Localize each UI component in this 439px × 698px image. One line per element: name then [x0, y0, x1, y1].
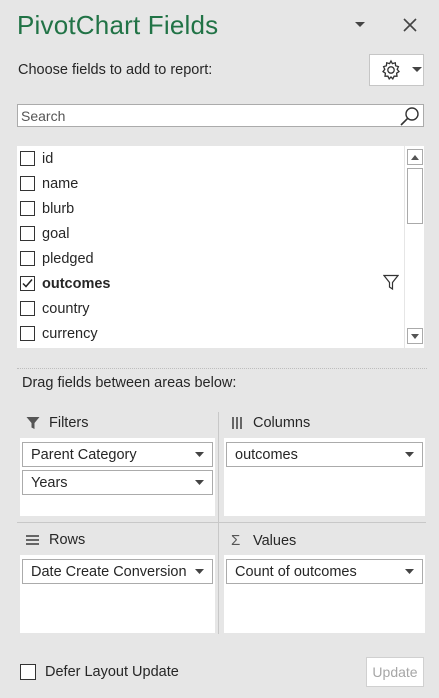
values-field-pill[interactable]: Count of outcomes [226, 559, 423, 584]
chevron-down-icon [195, 452, 204, 457]
pill-label: outcomes [235, 446, 298, 463]
field-checkbox[interactable] [20, 251, 35, 266]
field-label: blurb [42, 200, 75, 217]
scroll-down-button[interactable] [407, 328, 423, 344]
list-item[interactable]: currency [17, 321, 402, 346]
list-item[interactable]: goal [17, 221, 402, 246]
search-input[interactable] [18, 105, 398, 126]
chevron-down-icon [355, 22, 365, 27]
field-checkbox[interactable] [20, 176, 35, 191]
field-label: country [42, 300, 90, 317]
defer-layout-checkbox[interactable] [20, 664, 36, 680]
pane-title: PivotChart Fields [17, 10, 219, 40]
close-button[interactable] [399, 14, 421, 36]
pill-label: Years [31, 474, 68, 491]
field-label: outcomes [42, 275, 111, 292]
columns-label: Columns [253, 415, 311, 431]
field-label: name [42, 175, 79, 192]
chevron-down-icon [411, 333, 419, 339]
scroll-up-button[interactable] [407, 149, 423, 165]
update-button[interactable]: Update [366, 657, 424, 687]
list-item[interactable]: name [17, 171, 402, 196]
close-icon [403, 18, 417, 32]
list-item[interactable]: pledged [17, 246, 402, 271]
field-list: id name blurb goal pledged outcomes coun… [17, 146, 424, 348]
chevron-up-icon [411, 154, 419, 160]
list-item[interactable]: blurb [17, 196, 402, 221]
checkmark-icon [22, 279, 33, 288]
field-checkbox[interactable] [20, 201, 35, 216]
field-label: goal [42, 225, 70, 242]
search-field[interactable] [17, 104, 424, 127]
field-label: currency [42, 325, 98, 342]
rows-label: Rows [49, 532, 86, 548]
field-checkbox-checked[interactable] [20, 276, 35, 291]
chevron-down-icon [405, 452, 414, 457]
field-list-scrollbar[interactable] [404, 146, 424, 348]
rows-field-pill[interactable]: Date Create Conversion [22, 559, 213, 584]
columns-icon [232, 417, 242, 429]
drag-fields-label: Drag fields between areas below: [22, 375, 237, 391]
chevron-down-icon [195, 569, 204, 574]
field-label: id [42, 150, 54, 167]
tools-button[interactable] [369, 54, 424, 86]
scrollbar-thumb[interactable] [407, 168, 423, 224]
filter-icon [26, 417, 40, 429]
sigma-icon: Σ [231, 532, 241, 549]
field-label: pledged [42, 250, 94, 267]
defer-layout-label: Defer Layout Update [45, 664, 179, 680]
gear-icon [382, 59, 400, 81]
defer-layout-update[interactable]: Defer Layout Update [20, 664, 179, 680]
pill-label: Count of outcomes [235, 563, 357, 580]
area-divider-vertical [218, 412, 219, 634]
filters-label: Filters [49, 415, 89, 431]
field-checkbox[interactable] [20, 326, 35, 341]
pill-label: Parent Category [31, 446, 137, 463]
columns-area-header: Columns [231, 415, 310, 431]
filters-field-pill[interactable]: Parent Category [22, 442, 213, 467]
section-divider [17, 368, 427, 369]
field-checkbox[interactable] [20, 301, 35, 316]
area-divider-horizontal [17, 522, 426, 523]
columns-field-pill[interactable]: outcomes [226, 442, 423, 467]
choose-fields-label: Choose fields to add to report: [18, 62, 213, 78]
chevron-down-icon [412, 67, 422, 72]
field-checkbox[interactable] [20, 226, 35, 241]
field-checkbox[interactable] [20, 151, 35, 166]
pill-label: Date Create Conversion [31, 563, 187, 580]
rows-icon [26, 535, 39, 545]
filter-icon[interactable] [383, 274, 399, 291]
rows-area-header: Rows [26, 532, 85, 548]
search-icon [400, 107, 419, 126]
filters-area-header: Filters [26, 415, 88, 431]
list-item[interactable]: id [17, 146, 402, 171]
values-label: Values [253, 532, 297, 549]
chevron-down-icon [405, 569, 414, 574]
task-pane-options-button[interactable] [349, 14, 371, 36]
list-item[interactable]: outcomes [17, 271, 402, 296]
list-item[interactable]: country [17, 296, 402, 321]
values-area-header: Σ Values [231, 532, 296, 549]
filters-field-pill[interactable]: Years [22, 470, 213, 495]
chevron-down-icon [195, 480, 204, 485]
